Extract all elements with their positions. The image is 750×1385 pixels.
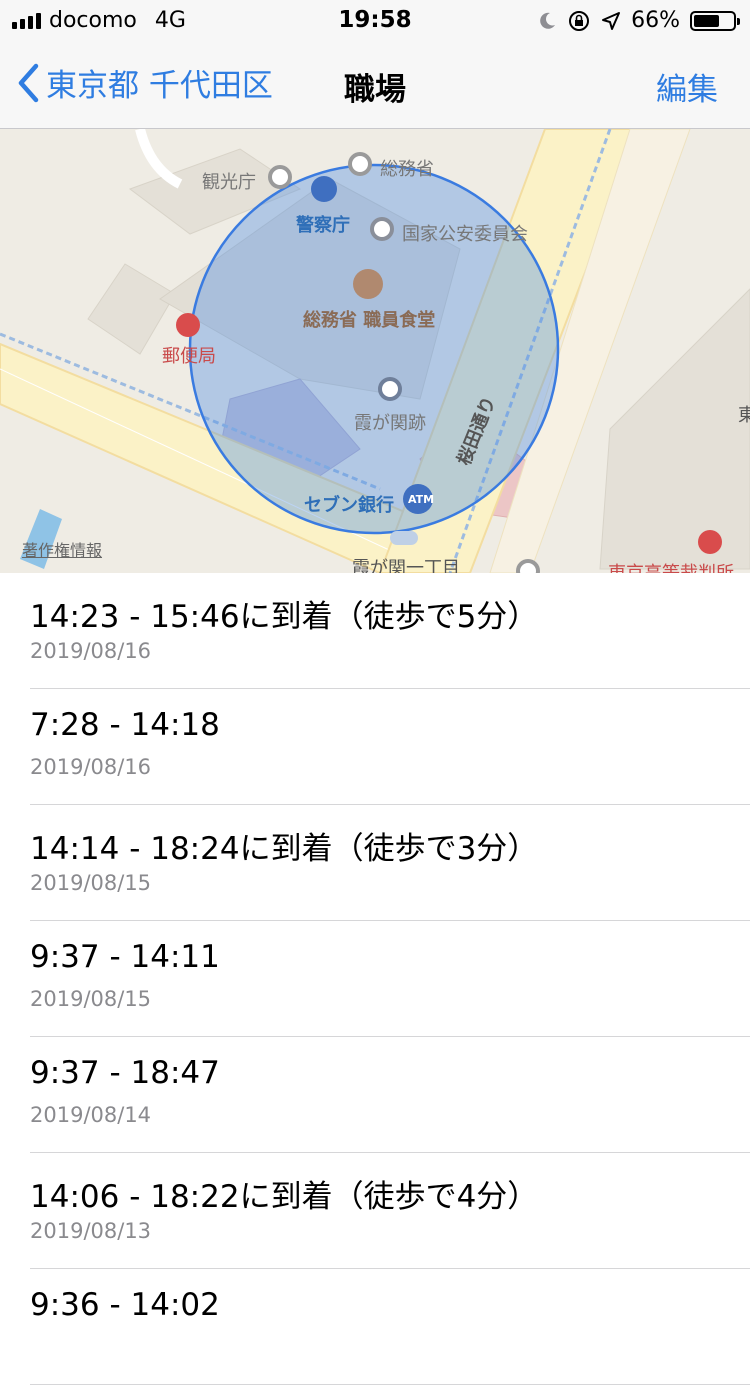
map-label-station: 霞が関一丁目 bbox=[352, 558, 460, 573]
location-map[interactable]: 観光庁 総務省 警察庁 国家公安委員会 総務省 職員食堂 郵便局 霞が関跡 桜田… bbox=[0, 129, 750, 573]
map-label-somusho: 総務省 bbox=[380, 159, 434, 180]
visit-time: 7:28 - 14:18 bbox=[30, 707, 220, 743]
map-label-edge: 東 bbox=[738, 405, 750, 426]
moon-icon bbox=[540, 12, 556, 29]
edit-button[interactable]: 編集 bbox=[656, 64, 718, 109]
visit-row[interactable]: 9:36 - 14:02 bbox=[30, 1269, 750, 1385]
visit-date: 2019/08/16 bbox=[30, 755, 152, 779]
navigation-bar: 東京都 千代田区 職場 編集 bbox=[0, 40, 750, 129]
map-label-kasumigaseki-seki: 霞が関跡 bbox=[354, 413, 426, 434]
location-arrow-icon bbox=[602, 11, 621, 30]
visit-time: 14:06 - 18:22に到着（徒歩で4分） bbox=[30, 1179, 539, 1215]
visit-date: 2019/08/16 bbox=[30, 639, 152, 663]
battery-icon bbox=[690, 10, 740, 31]
visit-row[interactable]: 7:28 - 14:18 2019/08/16 bbox=[30, 689, 750, 805]
map-label-kankocho: 観光庁 bbox=[202, 172, 256, 193]
visit-row[interactable]: 14:23 - 15:46に到着（徒歩で5分） 2019/08/16 bbox=[30, 573, 750, 689]
map-label-yubinkyoku: 郵便局 bbox=[162, 346, 216, 367]
map-copyright-link[interactable]: 著作権情報 bbox=[22, 537, 102, 561]
battery-percent: 66% bbox=[631, 8, 680, 33]
visit-time: 9:37 - 18:47 bbox=[30, 1055, 220, 1091]
visit-list: 14:23 - 15:46に到着（徒歩で5分） 2019/08/16 7:28 - … bbox=[0, 573, 750, 1385]
page-title: 職場 bbox=[344, 72, 406, 108]
visit-time: 9:37 - 14:11 bbox=[30, 939, 220, 975]
visit-date: 2019/08/15 bbox=[30, 871, 152, 895]
visit-time: 14:23 - 15:46に到着（徒歩で5分） bbox=[30, 599, 539, 635]
map-label-shokudo: 総務省 職員食堂 bbox=[303, 310, 436, 331]
visit-date: 2019/08/13 bbox=[30, 1219, 152, 1243]
visit-row[interactable]: 14:06 - 18:22に到着（徒歩で4分） 2019/08/13 bbox=[30, 1153, 750, 1269]
visit-date: 2019/08/15 bbox=[30, 987, 152, 1011]
rotation-lock-icon bbox=[569, 10, 590, 31]
visit-row[interactable]: 14:14 - 18:24に到着（徒歩で3分） 2019/08/15 bbox=[30, 805, 750, 921]
map-label-court: 東京高等裁判所 bbox=[608, 559, 734, 573]
visit-row[interactable]: 9:37 - 14:11 2019/08/15 bbox=[30, 921, 750, 1037]
map-label-seven-bank: セブン銀行 bbox=[304, 495, 394, 516]
map-label-atm: ATM bbox=[408, 493, 435, 506]
status-bar: docomo 4G 19:58 66% bbox=[0, 0, 750, 40]
visit-time: 9:36 - 14:02 bbox=[30, 1287, 220, 1323]
visit-row[interactable]: 9:37 - 18:47 2019/08/14 bbox=[30, 1037, 750, 1153]
visit-time: 14:14 - 18:24に到着（徒歩で3分） bbox=[30, 831, 539, 867]
map-label-keisatsucho: 警察庁 bbox=[296, 215, 350, 236]
visit-date: 2019/08/14 bbox=[30, 1103, 152, 1127]
map-label-kokka-koan: 国家公安委員会 bbox=[402, 224, 528, 245]
